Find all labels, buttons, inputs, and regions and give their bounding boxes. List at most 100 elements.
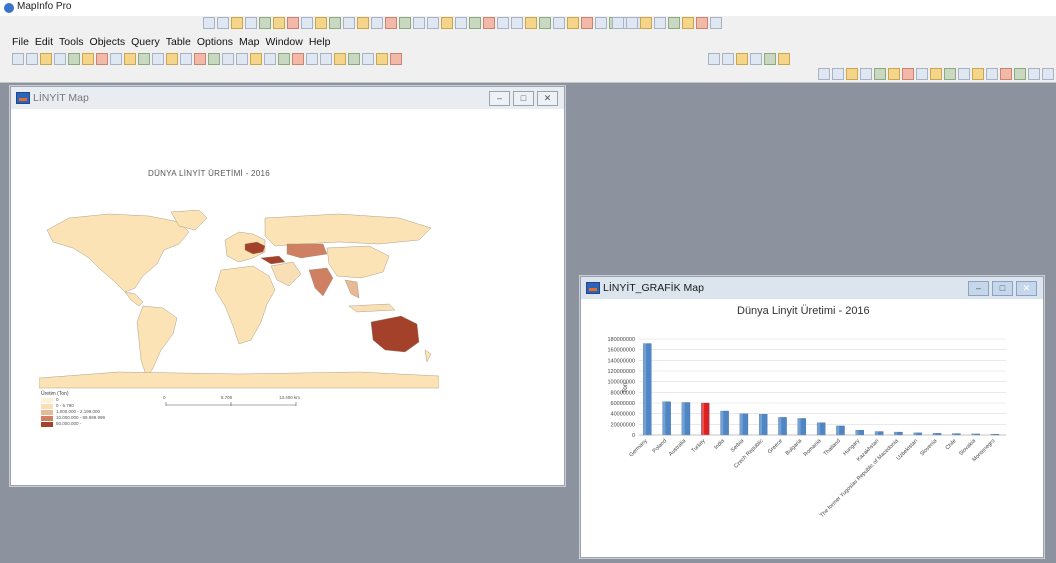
toolbar-tool-icon[interactable] <box>348 53 360 65</box>
toolbar-tool-icon[interactable] <box>245 17 257 29</box>
toolbar-tool-icon[interactable] <box>138 53 150 65</box>
menu-options[interactable]: Options <box>197 36 233 50</box>
toolbar-tool-icon[interactable] <box>750 53 762 65</box>
toolbar-tool-icon[interactable] <box>944 68 956 80</box>
menu-query[interactable]: Query <box>131 36 160 50</box>
menu-objects[interactable]: Objects <box>90 36 126 50</box>
toolbar-tool-icon[interactable] <box>1014 68 1026 80</box>
toolbar-tool-icon[interactable] <box>553 17 565 29</box>
menu-map[interactable]: Map <box>239 36 259 50</box>
toolbar-tool-icon[interactable] <box>287 17 299 29</box>
toolbar-tool-icon[interactable] <box>986 68 998 80</box>
toolbar-tool-icon[interactable] <box>12 53 24 65</box>
toolbar-tool-icon[interactable] <box>1000 68 1012 80</box>
world-map[interactable] <box>39 210 439 390</box>
toolbar-tool-icon[interactable] <box>357 17 369 29</box>
toolbar-tool-icon[interactable] <box>292 53 304 65</box>
toolbar-tool-icon[interactable] <box>166 53 178 65</box>
toolbar-tool-icon[interactable] <box>832 68 844 80</box>
toolbar-tool-icon[interactable] <box>626 17 638 29</box>
toolbar-tool-icon[interactable] <box>640 17 652 29</box>
toolbar-tool-icon[interactable] <box>250 53 262 65</box>
toolbar-tool-icon[interactable] <box>26 53 38 65</box>
toolbar-tool-icon[interactable] <box>236 53 248 65</box>
toolbar-tool-icon[interactable] <box>264 53 276 65</box>
toolbar-tool-icon[interactable] <box>455 17 467 29</box>
toolbar-tool-icon[interactable] <box>385 17 397 29</box>
toolbar-tool-icon[interactable] <box>82 53 94 65</box>
toolbar-tool-icon[interactable] <box>315 17 327 29</box>
toolbar-tool-icon[interactable] <box>696 17 708 29</box>
menu-window[interactable]: Window <box>265 36 302 50</box>
menu-help[interactable]: Help <box>309 36 331 50</box>
toolbar-tool-icon[interactable] <box>217 17 229 29</box>
toolbar-tool-icon[interactable] <box>390 53 402 65</box>
main-toolbar[interactable] <box>203 17 649 29</box>
toolbar-tool-icon[interactable] <box>376 53 388 65</box>
toolbar-tool-icon[interactable] <box>329 17 341 29</box>
toolbar-tool-icon[interactable] <box>334 53 346 65</box>
map-window[interactable]: LİNYİT Map – □ ✕ DÜNYA LİNYİT ÜRETİMİ - … <box>10 86 565 486</box>
toolbar-tool-icon[interactable] <box>764 53 776 65</box>
toolbar-tool-icon[interactable] <box>306 53 318 65</box>
close-button[interactable]: ✕ <box>537 91 558 106</box>
toolbar-tool-icon[interactable] <box>40 53 52 65</box>
toolbar-tool-icon[interactable] <box>259 17 271 29</box>
toolbar-tool-icon[interactable] <box>469 17 481 29</box>
minimize-button[interactable]: – <box>968 281 989 296</box>
toolbar-tool-icon[interactable] <box>888 68 900 80</box>
toolbar-tool-icon[interactable] <box>278 53 290 65</box>
toolbar-tool-icon[interactable] <box>194 53 206 65</box>
toolbar-tool-icon[interactable] <box>68 53 80 65</box>
toolbar-tool-icon[interactable] <box>722 53 734 65</box>
toolbar-tool-icon[interactable] <box>736 53 748 65</box>
toolbar-tool-icon[interactable] <box>96 53 108 65</box>
toolbar-tool-icon[interactable] <box>778 53 790 65</box>
toolbar-tool-icon[interactable] <box>483 17 495 29</box>
toolbar-tool-icon[interactable] <box>846 68 858 80</box>
toolbar-tool-icon[interactable] <box>152 53 164 65</box>
tools-toolbar[interactable] <box>612 17 722 29</box>
toolbar-tool-icon[interactable] <box>710 17 722 29</box>
toolbar-tool-icon[interactable] <box>441 17 453 29</box>
toolbar-tool-icon[interactable] <box>654 17 666 29</box>
toolbar-tool-icon[interactable] <box>362 53 374 65</box>
menu-edit[interactable]: Edit <box>35 36 53 50</box>
menu-tools[interactable]: Tools <box>59 36 84 50</box>
toolbar-tool-icon[interactable] <box>399 17 411 29</box>
menu-file[interactable]: File <box>12 36 29 50</box>
minimize-button[interactable]: – <box>489 91 510 106</box>
layout-toolbar[interactable] <box>708 53 790 65</box>
toolbar-tool-icon[interactable] <box>902 68 914 80</box>
toolbar-tool-icon[interactable] <box>180 53 192 65</box>
toolbar-tool-icon[interactable] <box>371 17 383 29</box>
toolbar-tool-icon[interactable] <box>1028 68 1040 80</box>
toolbar-tool-icon[interactable] <box>525 17 537 29</box>
toolbar-tool-icon[interactable] <box>511 17 523 29</box>
map-window-titlebar[interactable]: LİNYİT Map – □ ✕ <box>11 87 564 109</box>
toolbar-tool-icon[interactable] <box>231 17 243 29</box>
toolbar-tool-icon[interactable] <box>708 53 720 65</box>
drawing-toolbar[interactable] <box>818 68 1056 80</box>
toolbar-tool-icon[interactable] <box>301 17 313 29</box>
toolbar-tool-icon[interactable] <box>668 17 680 29</box>
toolbar-tool-icon[interactable] <box>958 68 970 80</box>
toolbar-tool-icon[interactable] <box>497 17 509 29</box>
maximize-button[interactable]: □ <box>992 281 1013 296</box>
toolbar-tool-icon[interactable] <box>273 17 285 29</box>
toolbar-tool-icon[interactable] <box>972 68 984 80</box>
toolbar-tool-icon[interactable] <box>930 68 942 80</box>
toolbar-tool-icon[interactable] <box>222 53 234 65</box>
chart-window[interactable]: LİNYİT_GRAFİK Map – □ ✕ Dünya Linyit Üre… <box>580 276 1044 558</box>
toolbar-tool-icon[interactable] <box>427 17 439 29</box>
menu-table[interactable]: Table <box>166 36 191 50</box>
toolbar-tool-icon[interactable] <box>581 17 593 29</box>
maximize-button[interactable]: □ <box>513 91 534 106</box>
toolbar-tool-icon[interactable] <box>567 17 579 29</box>
toolbar-tool-icon[interactable] <box>539 17 551 29</box>
toolbar-tool-icon[interactable] <box>203 17 215 29</box>
close-button[interactable]: ✕ <box>1016 281 1037 296</box>
toolbar-tool-icon[interactable] <box>682 17 694 29</box>
toolbar-tool-icon[interactable] <box>343 17 355 29</box>
toolbar-tool-icon[interactable] <box>818 68 830 80</box>
